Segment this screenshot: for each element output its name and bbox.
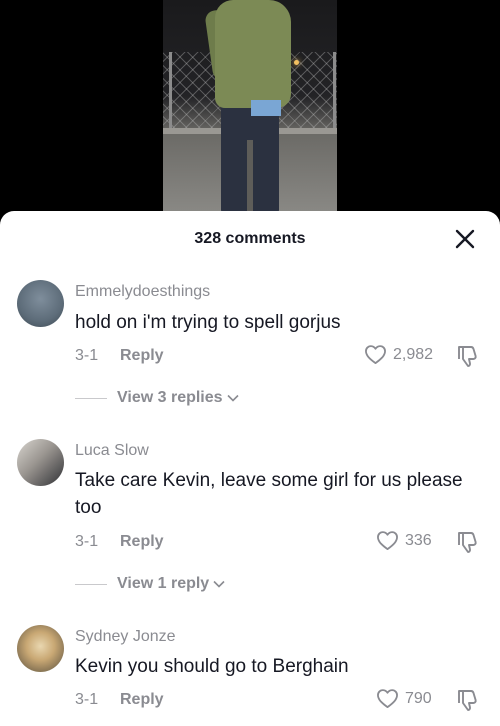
street-light: [294, 60, 299, 65]
heart-icon: [377, 531, 398, 550]
comment-text: Kevin you should go to Berghain: [75, 656, 349, 677]
view-replies-button[interactable]: View 1 reply: [75, 575, 225, 593]
chevron-down-icon: [213, 580, 225, 588]
reply-button[interactable]: Reply: [120, 347, 164, 365]
comment-username[interactable]: Emmelydoesthings: [75, 283, 210, 301]
like-count: 790: [405, 689, 432, 707]
video-thumbnail: [163, 0, 337, 214]
avatar[interactable]: [17, 625, 64, 672]
avatar[interactable]: [17, 280, 64, 327]
comment-text: hold on i'm trying to spell gorjus: [75, 312, 341, 333]
view-replies-button[interactable]: View 3 replies: [75, 389, 239, 407]
view-replies-label: View 1 reply: [117, 575, 210, 592]
comment-date: 3-1: [75, 691, 99, 708]
close-button[interactable]: [454, 228, 476, 250]
chevron-down-icon: [226, 394, 239, 402]
reply-button[interactable]: Reply: [120, 691, 164, 709]
view-replies-label: View 3 replies: [117, 389, 223, 406]
fence-post: [169, 52, 172, 132]
dislike-button[interactable]: [455, 344, 479, 368]
reply-button[interactable]: Reply: [120, 533, 164, 551]
person-leg-gap: [247, 140, 253, 214]
heart-icon: [365, 345, 386, 364]
like-button[interactable]: 790: [376, 688, 432, 709]
heart-icon: [377, 689, 398, 708]
comment-date: 3-1: [75, 533, 99, 550]
comments-header: 328 comments: [0, 211, 500, 267]
thumbs-down-icon: [458, 690, 477, 711]
person-jacket: [215, 0, 291, 108]
comment-count: 328 comments: [194, 230, 306, 247]
comments-sheet: 328 comments Emmelydoesthings hold on i'…: [0, 211, 500, 726]
avatar[interactable]: [17, 439, 64, 486]
fence-post: [333, 52, 336, 132]
thumbs-down-icon: [458, 346, 477, 367]
divider-line: [75, 397, 107, 399]
thumbs-down-icon: [458, 532, 477, 553]
person-shirt: [251, 100, 281, 116]
video-player[interactable]: [0, 0, 500, 230]
comment-username[interactable]: Luca Slow: [75, 442, 149, 460]
like-count: 336: [405, 531, 432, 549]
like-button[interactable]: 336: [376, 530, 432, 551]
dislike-button[interactable]: [455, 530, 479, 554]
comment-date: 3-1: [75, 347, 99, 364]
dislike-button[interactable]: [455, 688, 479, 712]
like-count: 2,982: [393, 345, 434, 363]
comment-username[interactable]: Sydney Jonze: [75, 628, 176, 646]
like-button[interactable]: 2,982: [364, 344, 433, 365]
close-icon: [455, 229, 475, 249]
comment-text: Take care Kevin, leave some girl for us …: [75, 470, 463, 518]
divider-line: [75, 583, 107, 585]
